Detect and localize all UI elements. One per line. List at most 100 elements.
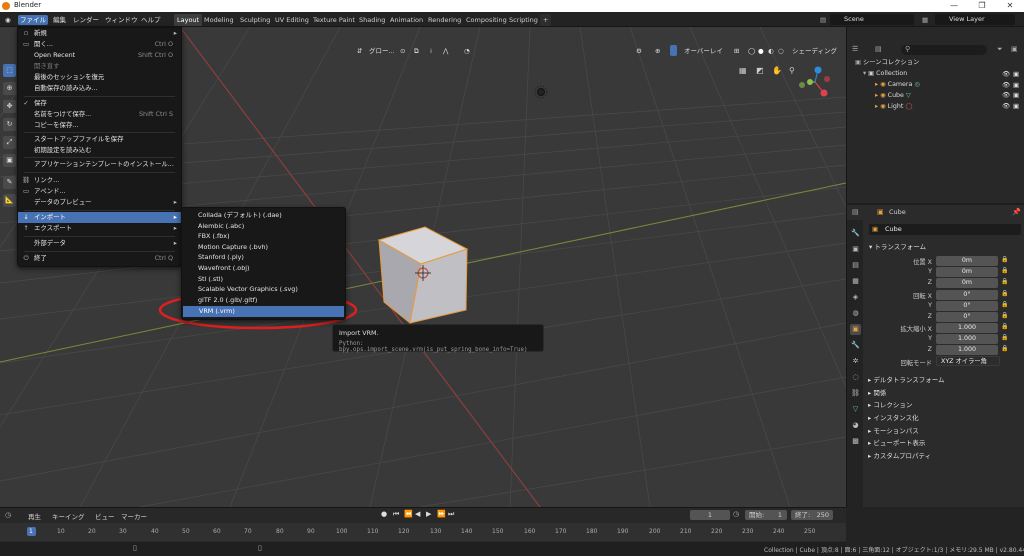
tab-compositing[interactable]: Compositing (463, 14, 510, 26)
lock-icon[interactable]: 🔒 (1001, 323, 1009, 332)
tab-modeling[interactable]: Modeling (201, 14, 237, 26)
import-alembic[interactable]: Alembic (.abc) (182, 221, 345, 232)
lock-icon[interactable]: 🔒 (1001, 267, 1009, 276)
render-tab-icon[interactable]: ▣ (850, 244, 861, 255)
tab-uv-editing[interactable]: UV Editing (272, 14, 312, 26)
display-mode-icon[interactable]: ▤ (875, 45, 882, 53)
select-tool-icon[interactable]: ⬚ (3, 64, 16, 77)
editor-type-icon[interactable]: ☰ (852, 45, 858, 53)
new-collection-icon[interactable]: ▣ (1011, 45, 1018, 53)
custom-properties-panel-header[interactable]: ▸ カスタムプロパティ (868, 450, 931, 460)
instancing-panel-header[interactable]: ▸ インスタンス化 (868, 412, 919, 422)
outliner-row-collection[interactable]: ▾ ▣ Collection (847, 69, 1023, 80)
viewport-gizmo-icon[interactable]: ⊕ (655, 45, 660, 57)
tool-tab-icon[interactable]: 🔧 (850, 228, 861, 239)
location-z-field[interactable]: 0m (936, 278, 998, 288)
lock-icon[interactable]: 🔒 (1001, 334, 1009, 343)
view-layer-selector[interactable]: View Layer (935, 14, 1015, 25)
annotate-tool-icon[interactable]: ✎ (3, 176, 16, 189)
menu-item-new[interactable]: ▫ 新規 ▸ (18, 28, 181, 39)
menu-item-load-factory[interactable]: 初期設定を読み込む (18, 145, 181, 156)
properties-editor-icon[interactable]: ▤ (852, 208, 859, 216)
scale-tool-icon[interactable]: ⤢ (3, 136, 16, 149)
pin-icon[interactable]: 📌 (1012, 208, 1021, 216)
world-tab-icon[interactable]: ◍ (850, 308, 861, 319)
scene-tab-icon[interactable]: ◈ (850, 292, 861, 303)
outliner-search-input[interactable]: ⚲ (901, 45, 987, 55)
record-icon[interactable]: ● (381, 510, 387, 518)
add-workspace-button[interactable]: + (540, 14, 552, 26)
delta-transform-panel-header[interactable]: ▸ デルタトランスフォーム (868, 374, 945, 384)
transform-orientation-dropdown[interactable]: グロー... (369, 45, 395, 57)
proportional-falloff-icon[interactable]: ◔ (464, 45, 470, 57)
outliner-row-cube[interactable]: ▸ ◉ Cube ▽ (847, 91, 1023, 102)
end-frame-field[interactable]: 終了: 250 (791, 510, 833, 520)
render-camera-icon[interactable]: ▣ ▣ ▣ ▣ (1013, 69, 1019, 111)
next-keyframe-icon[interactable]: ⏩ (437, 510, 446, 518)
material-shading-icon[interactable]: ◐ (768, 45, 774, 57)
menu-file[interactable]: ファイル (18, 15, 48, 25)
show-gizmo-icon[interactable]: ⚙ (636, 45, 642, 57)
menu-item-data-previews[interactable]: データのプレビュー ▸ (18, 197, 181, 208)
play-reverse-icon[interactable]: ◀ (415, 510, 420, 518)
texture-tab-icon[interactable]: ▩ (850, 436, 861, 447)
menu-item-save[interactable]: ✓ 保存 (18, 98, 181, 109)
menu-item-save-startup[interactable]: スタートアップファイルを保存 (18, 134, 181, 145)
location-y-field[interactable]: 0m (936, 267, 998, 277)
menu-item-revert[interactable]: 開き直す (18, 61, 181, 72)
menu-item-append[interactable]: ▭ アペンド... (18, 186, 181, 197)
minimize-button[interactable]: — (940, 0, 968, 12)
viewport-display-panel-header[interactable]: ▸ ビューポート表示 (868, 437, 925, 447)
overlay-toggle-button[interactable] (670, 45, 677, 56)
proportional-edit-icon[interactable]: ⋀ (443, 45, 448, 57)
keying-menu[interactable]: キーイング (52, 511, 85, 521)
lock-icon[interactable]: 🔒 (1001, 301, 1009, 310)
motion-paths-panel-header[interactable]: ▸ モーションパス (868, 425, 919, 435)
maximize-button[interactable]: ❐ (968, 0, 996, 12)
constraints-tab-icon[interactable]: ⛓ (850, 388, 861, 399)
physics-tab-icon[interactable]: ◌ (850, 372, 861, 383)
location-x-field[interactable]: 0m (936, 256, 998, 266)
play-icon[interactable]: ▶ (426, 510, 431, 518)
move-tool-icon[interactable]: ✥ (3, 100, 16, 113)
menu-item-link[interactable]: ⛓ リンク... (18, 175, 181, 186)
marker-menu[interactable]: マーカー (121, 511, 147, 521)
snap-icon[interactable]: ⧉ (414, 45, 419, 57)
visibility-eye-icon[interactable]: 👁 👁 👁 👁 (1002, 69, 1010, 111)
menu-item-open[interactable]: ▭ 開く... Ctrl O (18, 39, 181, 50)
menu-item-recover-last[interactable]: 最後のセッションを復元 (18, 72, 181, 83)
current-frame-field[interactable]: 1 (690, 510, 730, 520)
transform-tool-icon[interactable]: ▣ (3, 154, 16, 167)
measure-tool-icon[interactable]: 📐 (3, 194, 16, 207)
timeline-ruler[interactable]: 1 10 20 30 40 50 60 70 80 90 100 110 120… (0, 523, 846, 541)
scale-x-field[interactable]: 1.000 (936, 323, 998, 333)
tab-layout[interactable]: Layout (174, 14, 203, 26)
menu-item-external-data[interactable]: 外部データ ▸ (18, 238, 181, 249)
transform-orientation-icon[interactable]: ⇵ (357, 45, 362, 57)
outliner-row-light[interactable]: ▸ ◉ Light ◯ (847, 102, 1023, 113)
rotation-x-field[interactable]: 0° (936, 290, 998, 300)
tab-shading[interactable]: Shading (356, 14, 388, 26)
view-menu[interactable]: ビュー (95, 511, 115, 521)
lock-icon[interactable]: 🔒 (1001, 312, 1009, 321)
transform-panel-header[interactable]: ▾ トランスフォーム (869, 241, 926, 251)
view-layer-tab-icon[interactable]: ▦ (850, 276, 861, 287)
modifier-tab-icon[interactable]: 🔧 (850, 340, 861, 351)
lock-icon[interactable]: 🔒 (1001, 278, 1009, 287)
pivot-icon[interactable]: ⊙ (400, 45, 405, 57)
menu-item-import[interactable]: ↓ インポート ▸ (18, 212, 181, 223)
perspective-toggle-icon[interactable]: ▦ (739, 66, 747, 75)
menu-item-recover-autosave[interactable]: 自動保存の読み込み... (18, 83, 181, 94)
solid-shading-icon[interactable]: ● (758, 45, 764, 57)
object-tab-icon[interactable]: ▣ (850, 324, 861, 335)
particles-tab-icon[interactable]: ✲ (850, 356, 861, 367)
overlay-dropdown[interactable]: オーバーレイ (684, 45, 723, 57)
filter-icon[interactable]: ⏷ (997, 45, 1003, 54)
import-gltf[interactable]: glTF 2.0 (.glb/.gltf) (182, 295, 345, 306)
close-button[interactable]: ✕ (996, 0, 1024, 12)
menu-render[interactable]: レンダー (71, 15, 101, 25)
rotation-y-field[interactable]: 0° (936, 301, 998, 311)
menu-item-export[interactable]: ↑ エクスポート ▸ (18, 223, 181, 234)
blender-menu-icon[interactable]: ◉ (3, 15, 13, 25)
output-tab-icon[interactable]: ▤ (850, 260, 861, 271)
